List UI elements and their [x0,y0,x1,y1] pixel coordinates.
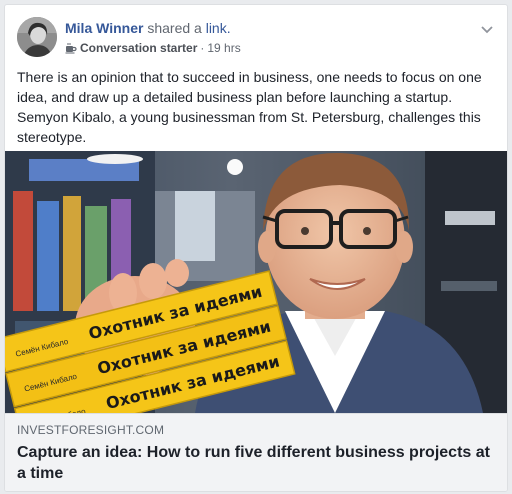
link-preview-caption[interactable]: INVESTFORESIGHT.COM Capture an idea: How… [5,413,507,491]
author-line: Mila Winner shared a link. [65,20,231,36]
link-domain: INVESTFORESIGHT.COM [17,423,165,437]
post-card: Mila Winner shared a link. Conversation … [4,4,508,492]
link-preview-image[interactable]: Охотник за идеями Охотник за идеями Охот… [5,151,507,413]
timestamp[interactable]: 19 hrs [207,41,240,55]
avatar[interactable] [17,17,57,57]
link-title[interactable]: Capture an idea: How to run five differe… [17,442,495,484]
post-body: There is an opinion that to succeed in b… [17,69,482,145]
chevron-down-icon[interactable] [479,21,495,37]
action-text: shared a [147,20,202,36]
post-meta: Conversation starter · 19 hrs [65,41,241,55]
author-name[interactable]: Mila Winner [65,20,143,36]
coffee-cup-icon [65,43,77,54]
meta-separator: · [200,41,205,55]
post-header: Mila Winner shared a link. Conversation … [17,17,495,61]
badge-label: Conversation starter [80,41,198,55]
action-link[interactable]: link. [206,20,231,36]
